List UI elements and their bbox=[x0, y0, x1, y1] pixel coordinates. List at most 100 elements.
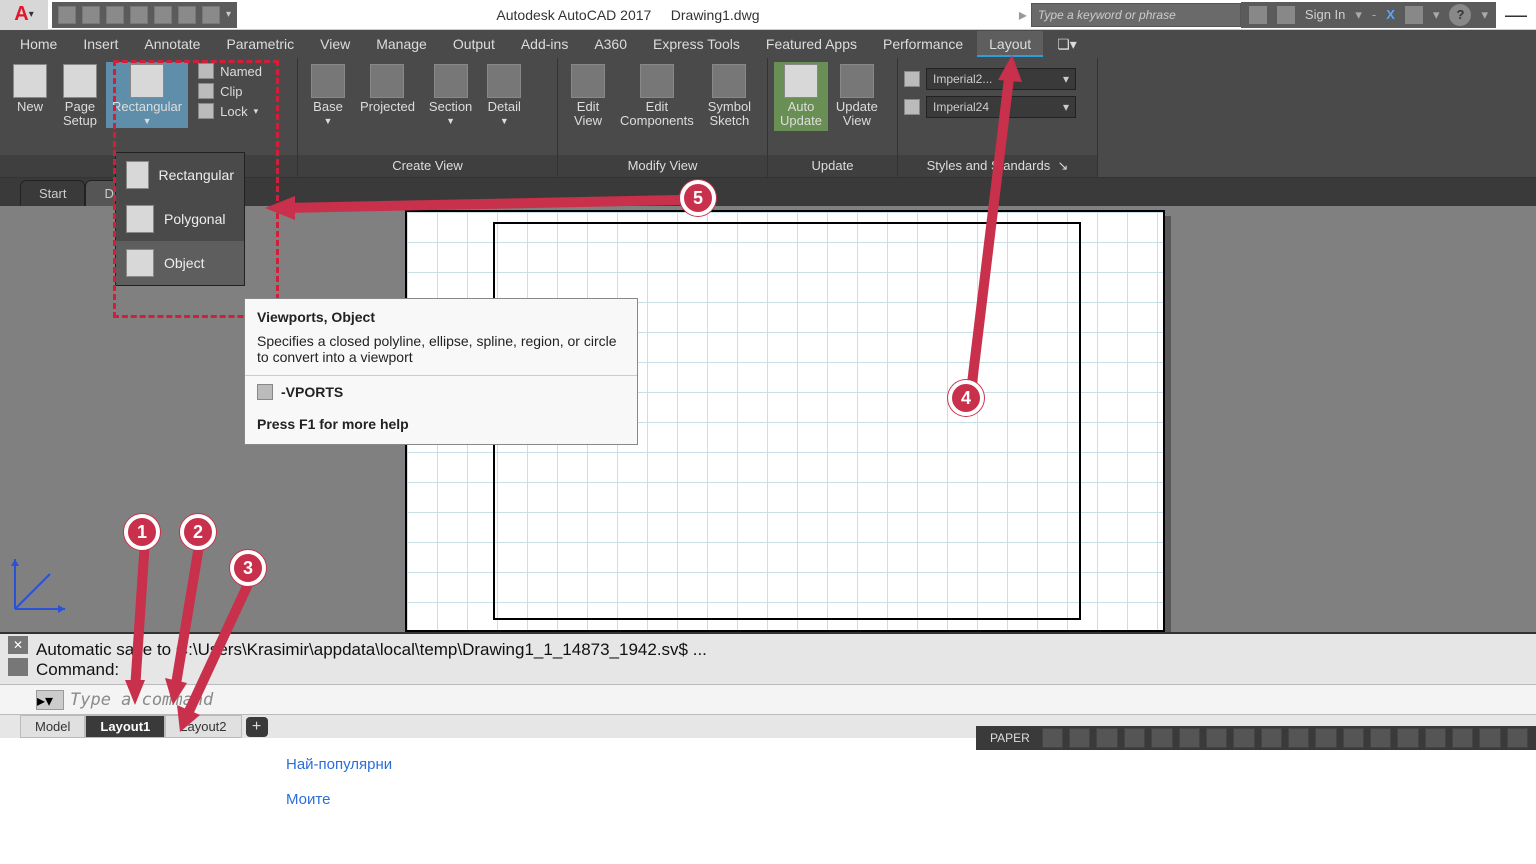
tab-model[interactable]: Model bbox=[20, 715, 85, 738]
search-icon[interactable] bbox=[1249, 6, 1267, 24]
qat-new-icon[interactable] bbox=[58, 6, 76, 24]
add-layout-button[interactable]: + bbox=[246, 717, 268, 737]
tooltip-command: -VPORTS bbox=[245, 375, 637, 408]
status-bar: PAPER bbox=[976, 726, 1536, 750]
tab-addins[interactable]: Add-ins bbox=[509, 31, 580, 57]
tab-layout2[interactable]: Layout2 bbox=[165, 715, 241, 738]
edit-components-button[interactable]: Edit Components bbox=[614, 62, 700, 131]
flyout-rectangular[interactable]: Rectangular bbox=[116, 153, 244, 197]
lock-viewport-button[interactable]: Lock▾ bbox=[194, 102, 266, 120]
named-viewports-button[interactable]: Named bbox=[194, 62, 266, 80]
tab-layout1[interactable]: Layout1 bbox=[85, 715, 165, 738]
qat-undo-icon[interactable] bbox=[178, 6, 196, 24]
panel-title-create-view: Create View bbox=[298, 155, 557, 177]
customize-cmdline-button[interactable] bbox=[8, 658, 28, 676]
status-lineweight-icon[interactable] bbox=[1206, 728, 1227, 748]
projected-view-button[interactable]: Projected bbox=[354, 62, 421, 116]
status-snap-icon[interactable] bbox=[1069, 728, 1090, 748]
annotation-bubble-4: 4 bbox=[948, 380, 984, 416]
tooltip-help-hint: Press F1 for more help bbox=[245, 408, 637, 444]
status-isolate-icon[interactable] bbox=[1452, 728, 1473, 748]
rectangular-viewport-button[interactable]: Rectangular▼ bbox=[106, 62, 188, 128]
detail-view-button[interactable]: Detail▼ bbox=[480, 62, 528, 128]
status-ortho-icon[interactable] bbox=[1096, 728, 1117, 748]
clip-viewport-button[interactable]: Clip bbox=[194, 82, 266, 100]
footer-links: Най-популярни Моите bbox=[286, 756, 392, 826]
tab-manage[interactable]: Manage bbox=[364, 31, 439, 57]
panel-title-update: Update bbox=[768, 155, 897, 177]
panel-title-modify-view: Modify View bbox=[558, 155, 767, 177]
tab-performance[interactable]: Performance bbox=[871, 31, 975, 57]
edit-view-button[interactable]: Edit View bbox=[564, 62, 612, 131]
tab-featuredapps[interactable]: Featured Apps bbox=[754, 31, 869, 57]
qat-plot-icon[interactable] bbox=[154, 6, 172, 24]
status-cleanscreen-icon[interactable] bbox=[1479, 728, 1500, 748]
annotation-bubble-5: 5 bbox=[680, 180, 716, 216]
status-transparency-icon[interactable] bbox=[1233, 728, 1254, 748]
tab-view[interactable]: View bbox=[308, 31, 362, 57]
tab-extra-icon[interactable]: ❏▾ bbox=[1045, 31, 1089, 58]
user-icon[interactable] bbox=[1277, 6, 1295, 24]
status-units-icon[interactable] bbox=[1397, 728, 1418, 748]
page-setup-button[interactable]: Page Setup bbox=[56, 62, 104, 131]
qat-redo-icon[interactable] bbox=[202, 6, 220, 24]
status-grid-icon[interactable] bbox=[1042, 728, 1063, 748]
tab-layout[interactable]: Layout bbox=[977, 31, 1043, 57]
annotation-bubble-3: 3 bbox=[230, 550, 266, 586]
style-icon-2[interactable] bbox=[904, 99, 920, 115]
status-otrack-icon[interactable] bbox=[1179, 728, 1200, 748]
tab-parametric[interactable]: Parametric bbox=[214, 31, 306, 57]
command-prompt-icon[interactable]: ▸▾ bbox=[36, 690, 64, 710]
tab-expresstools[interactable]: Express Tools bbox=[641, 31, 752, 57]
annotation-bubble-1: 1 bbox=[124, 514, 160, 550]
footer-link-popular[interactable]: Най-популярни bbox=[286, 756, 392, 773]
help-icon[interactable]: ? bbox=[1449, 4, 1471, 26]
tooltip: Viewports, Object Specifies a closed pol… bbox=[244, 298, 638, 445]
tab-home[interactable]: Home bbox=[8, 31, 69, 57]
sign-in-button[interactable]: Sign In bbox=[1305, 7, 1345, 22]
title-bar: A▾ ▾ Autodesk AutoCAD 2017 Drawing1.dwg … bbox=[0, 0, 1536, 30]
auto-update-button[interactable]: Auto Update bbox=[774, 62, 828, 131]
tab-a360[interactable]: A360 bbox=[582, 31, 639, 57]
tab-insert[interactable]: Insert bbox=[71, 31, 130, 57]
ucs-icon bbox=[10, 554, 70, 614]
panel-title-styles: Styles and Standards ↘ bbox=[898, 155, 1097, 177]
minimize-button[interactable]: — bbox=[1496, 2, 1536, 28]
app-menu-button[interactable]: A▾ bbox=[0, 0, 48, 30]
command-input[interactable]: ▸▾ Type a command bbox=[0, 684, 1536, 714]
status-workspace-icon[interactable] bbox=[1343, 728, 1364, 748]
close-cmdline-button[interactable]: ✕ bbox=[8, 636, 28, 654]
base-view-button[interactable]: Base▼ bbox=[304, 62, 352, 128]
qat-save-icon[interactable] bbox=[106, 6, 124, 24]
flyout-polygonal[interactable]: Polygonal bbox=[116, 197, 244, 241]
status-annovis-icon[interactable] bbox=[1315, 728, 1336, 748]
footer-link-mine[interactable]: Моите bbox=[286, 791, 392, 808]
status-osnap-icon[interactable] bbox=[1151, 728, 1172, 748]
status-polar-icon[interactable] bbox=[1124, 728, 1145, 748]
title-right-cluster: Sign In ▾ - X ▾ ? ▾ bbox=[1241, 2, 1496, 28]
new-layout-button[interactable]: New bbox=[6, 62, 54, 116]
tab-output[interactable]: Output bbox=[441, 31, 507, 57]
annotation-bubble-2: 2 bbox=[180, 514, 216, 550]
drafting-standard-dropdown[interactable]: Imperial2...▾ bbox=[926, 68, 1076, 90]
status-selection-icon[interactable] bbox=[1261, 728, 1282, 748]
symbol-sketch-button[interactable]: Symbol Sketch bbox=[702, 62, 757, 131]
status-annotation-icon[interactable] bbox=[1370, 728, 1391, 748]
flyout-object[interactable]: Object bbox=[116, 241, 244, 285]
status-annoscale-icon[interactable] bbox=[1288, 728, 1309, 748]
infocenter-search[interactable]: Type a keyword or phrase bbox=[1031, 3, 1241, 27]
style-icon-1[interactable] bbox=[904, 71, 920, 87]
annotation-style-dropdown[interactable]: Imperial24▾ bbox=[926, 96, 1076, 118]
section-view-button[interactable]: Section▼ bbox=[423, 62, 478, 128]
quick-access-toolbar: ▾ bbox=[52, 2, 237, 28]
update-view-button[interactable]: Update View bbox=[830, 62, 884, 131]
ribbon-tabs: Home Insert Annotate Parametric View Man… bbox=[0, 30, 1536, 58]
exchange-icon[interactable] bbox=[1405, 6, 1423, 24]
tab-annotate[interactable]: Annotate bbox=[132, 31, 212, 57]
qat-open-icon[interactable] bbox=[82, 6, 100, 24]
doctab-start[interactable]: Start bbox=[20, 180, 85, 206]
qat-saveas-icon[interactable] bbox=[130, 6, 148, 24]
status-gear-icon[interactable] bbox=[1425, 728, 1446, 748]
model-paper-toggle[interactable]: PAPER bbox=[984, 729, 1036, 747]
status-customize-icon[interactable] bbox=[1507, 728, 1528, 748]
